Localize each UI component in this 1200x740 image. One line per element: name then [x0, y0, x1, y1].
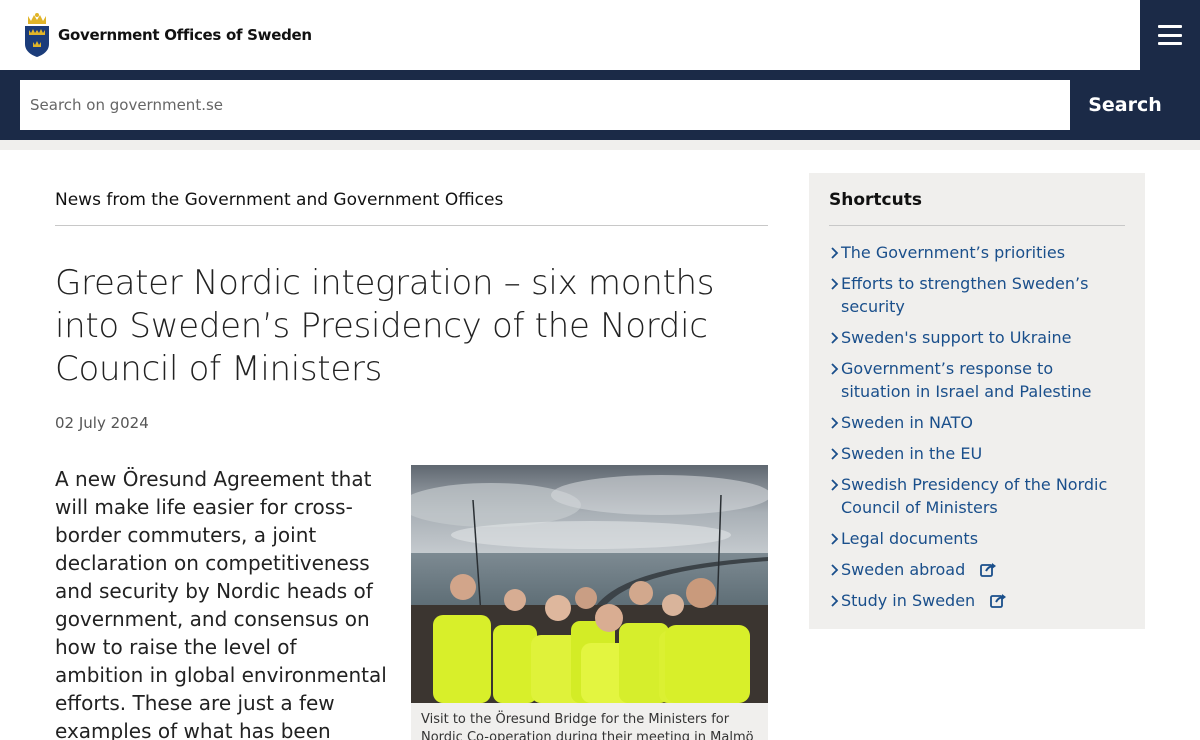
shortcut-item: Efforts to strengthen Sweden’s security: [829, 272, 1125, 318]
search-button[interactable]: Search: [1070, 80, 1180, 130]
shortcut-link[interactable]: Efforts to strengthen Sweden’s security: [841, 274, 1088, 316]
article-photo[interactable]: [411, 465, 768, 703]
divider: [55, 225, 768, 226]
shortcut-item: Government’s response to situation in Is…: [829, 357, 1125, 403]
chevron-right-icon: [831, 595, 839, 607]
shortcut-link[interactable]: Government’s response to situation in Is…: [841, 359, 1091, 401]
chevron-right-icon: [831, 533, 839, 545]
shortcut-item: Sweden abroad: [829, 558, 1125, 581]
shortcut-link[interactable]: Sweden abroad: [841, 560, 965, 579]
image-caption: Visit to the Öresund Bridge for the Mini…: [411, 703, 768, 740]
chevron-right-icon: [831, 247, 839, 259]
shortcuts-panel: Shortcuts The Government’s priorities Ef…: [809, 173, 1145, 629]
chevron-right-icon: [831, 332, 839, 344]
hamburger-menu-icon: [1158, 25, 1182, 45]
chevron-right-icon: [831, 417, 839, 429]
external-link-icon: [990, 594, 1007, 608]
shortcuts-title: Shortcuts: [829, 190, 922, 210]
chevron-right-icon: [831, 479, 839, 491]
search-bar: Search: [0, 70, 1200, 140]
shortcut-item: Sweden in NATO: [829, 411, 1125, 434]
shortcut-item: The Government’s priorities: [829, 241, 1125, 264]
shortcut-item: Legal documents: [829, 527, 1125, 550]
article-figure: Visit to the Öresund Bridge for the Mini…: [411, 465, 768, 740]
shortcut-item: Study in Sweden: [829, 589, 1125, 612]
site-name: Government Offices of Sweden: [58, 26, 312, 44]
shortcut-link[interactable]: Sweden in the EU: [841, 444, 982, 463]
shortcut-link[interactable]: Study in Sweden: [841, 591, 975, 610]
shortcut-link[interactable]: The Government’s priorities: [841, 243, 1065, 262]
search-input[interactable]: [20, 80, 1070, 130]
shortcut-link[interactable]: Sweden in NATO: [841, 413, 973, 432]
shortcut-link[interactable]: Sweden's support to Ukraine: [841, 328, 1072, 347]
chevron-right-icon: [831, 278, 839, 290]
article-kicker: News from the Government and Government …: [55, 190, 504, 210]
sweden-crest-icon: [25, 13, 49, 57]
site-header: Government Offices of Sweden: [0, 0, 1200, 70]
chevron-right-icon: [831, 564, 839, 576]
chevron-right-icon: [831, 363, 839, 375]
shortcut-item: Sweden's support to Ukraine: [829, 326, 1125, 349]
shortcut-link[interactable]: Swedish Presidency of the Nordic Council…: [841, 475, 1107, 517]
shortcut-list: The Government’s priorities Efforts to s…: [829, 241, 1125, 620]
site-logo[interactable]: Government Offices of Sweden: [22, 12, 312, 58]
shortcut-link[interactable]: Legal documents: [841, 529, 978, 548]
external-link-icon: [980, 563, 997, 577]
shortcut-item: Swedish Presidency of the Nordic Council…: [829, 473, 1125, 519]
header-divider: [0, 140, 1200, 150]
page-title: Greater Nordic integration – six months …: [55, 263, 715, 389]
menu-button[interactable]: [1140, 0, 1200, 70]
chevron-right-icon: [831, 448, 839, 460]
publish-date: 02 July 2024: [55, 414, 149, 432]
shortcut-item: Sweden in the EU: [829, 442, 1125, 465]
article-lead: A new Öresund Agreement that will make l…: [55, 467, 387, 740]
divider: [829, 225, 1125, 226]
